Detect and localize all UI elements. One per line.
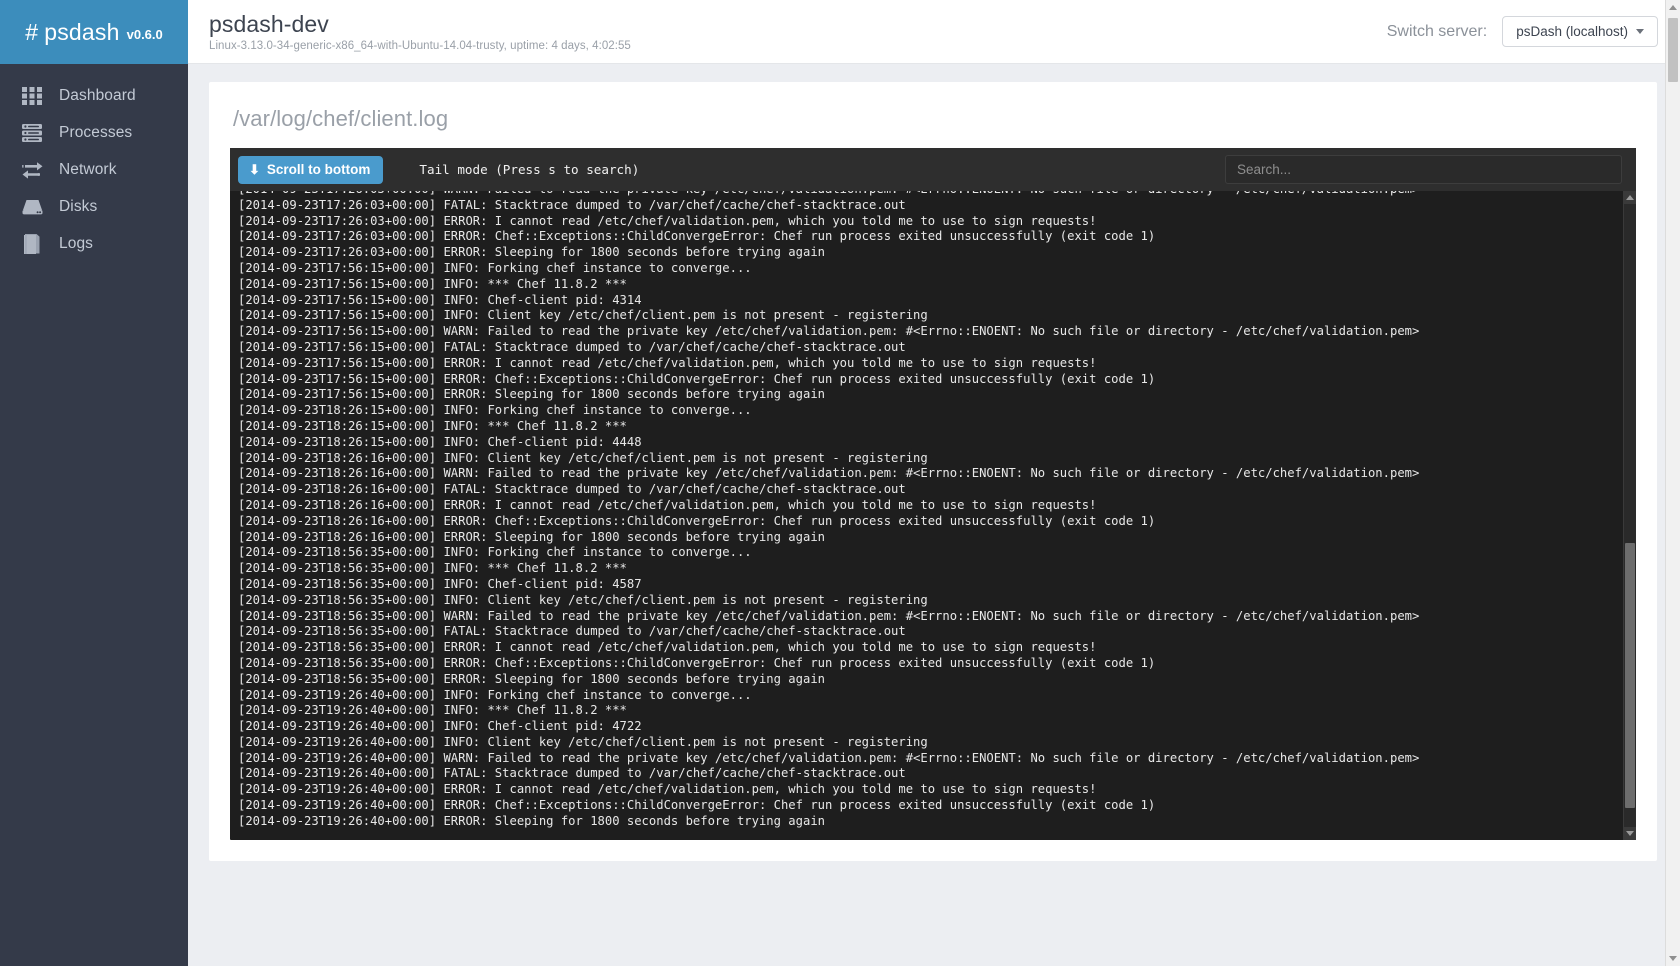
log-scroll-down-button[interactable] (1624, 827, 1636, 840)
book-icon (19, 231, 45, 257)
log-viewer: ⬇ Scroll to bottom Tail mode (Press s to… (230, 148, 1636, 840)
log-line: [2014-09-23T17:56:15+00:00] INFO: Forkin… (238, 260, 752, 275)
log-line: [2014-09-23T18:56:35+00:00] ERROR: Chef:… (238, 655, 1156, 670)
sidebar-item-label: Processes (59, 123, 133, 141)
log-line: [2014-09-23T18:26:16+00:00] ERROR: I can… (238, 497, 1097, 512)
server-select-dropdown[interactable]: psDash (localhost) (1502, 16, 1658, 47)
switch-server-label: Switch server: (1386, 22, 1488, 40)
sidebar-item-label: Disks (59, 197, 98, 215)
log-line: [2014-09-23T17:56:15+00:00] FATAL: Stack… (238, 339, 906, 354)
server-switcher: Switch server: psDash (localhost) (1387, 16, 1658, 47)
log-line: [2014-09-23T17:56:15+00:00] ERROR: I can… (238, 355, 1097, 370)
tail-mode-status: Tail mode (Press s to search) (419, 162, 640, 177)
page-scroll-down-button[interactable] (1666, 951, 1680, 966)
log-line: [2014-09-23T18:26:16+00:00] INFO: Client… (238, 450, 928, 465)
triangle-down-icon (1669, 956, 1677, 961)
sidebar-item-disks[interactable]: Disks (0, 188, 188, 225)
triangle-down-icon (1626, 831, 1634, 836)
log-line: [2014-09-23T17:56:15+00:00] ERROR: Chef:… (238, 371, 1156, 386)
log-line: [2014-09-23T19:26:40+00:00] INFO: *** Ch… (238, 703, 627, 718)
log-line: [2014-09-23T18:26:16+00:00] ERROR: Sleep… (238, 529, 825, 544)
log-lines-container: [2014-09-23T17:26:03+00:00] WARN: Failed… (236, 191, 1636, 830)
page-scroll-up-button[interactable] (1666, 0, 1680, 15)
brand-hash-icon: # (25, 18, 39, 45)
main-column: psdash-dev Linux-3.13.0-34-generic-x86_6… (188, 0, 1680, 966)
log-line: [2014-09-23T18:56:35+00:00] INFO: *** Ch… (238, 561, 627, 576)
header-titles: psdash-dev Linux-3.13.0-34-generic-x86_6… (209, 11, 631, 52)
scroll-to-bottom-button[interactable]: ⬇ Scroll to bottom (238, 155, 384, 184)
content-area: /var/log/chef/client.log ⬇ Scroll to bot… (188, 64, 1680, 966)
log-line: [2014-09-23T19:26:40+00:00] ERROR: I can… (238, 782, 1097, 797)
server-stack-icon (19, 120, 45, 146)
top-header: psdash-dev Linux-3.13.0-34-generic-x86_6… (188, 0, 1680, 64)
log-line: [2014-09-23T19:26:40+00:00] INFO: Client… (238, 734, 928, 749)
sidebar-item-dashboard[interactable]: Dashboard (0, 77, 188, 114)
sidebar-item-logs[interactable]: Logs (0, 225, 188, 262)
search-input[interactable] (1225, 155, 1622, 184)
log-line: [2014-09-23T18:56:35+00:00] INFO: Forkin… (238, 545, 752, 560)
log-line: [2014-09-23T19:26:40+00:00] ERROR: Chef:… (238, 798, 1156, 813)
sidebar-item-label: Network (59, 160, 117, 178)
grid-icon (19, 83, 45, 109)
sidebar-item-processes[interactable]: Processes (0, 114, 188, 151)
log-search-wrap (1225, 155, 1628, 184)
server-select-value: psDash (localhost) (1516, 24, 1628, 39)
page-scrollbar-thumb[interactable] (1668, 18, 1678, 82)
log-line: [2014-09-23T18:56:35+00:00] INFO: Client… (238, 592, 928, 607)
log-line: [2014-09-23T17:56:15+00:00] INFO: Client… (238, 308, 928, 323)
scroll-to-bottom-label: Scroll to bottom (266, 162, 371, 177)
log-line: [2014-09-23T18:56:35+00:00] INFO: Chef-c… (238, 576, 642, 591)
triangle-up-icon (1669, 5, 1677, 10)
brand-logo[interactable]: # psdash v0.6.0 (0, 0, 188, 64)
log-output[interactable]: [2014-09-23T17:26:03+00:00] WARN: Failed… (230, 191, 1636, 840)
system-info-subtitle: Linux-3.13.0-34-generic-x86_64-with-Ubun… (209, 40, 631, 53)
log-line: [2014-09-23T18:26:16+00:00] ERROR: Chef:… (238, 513, 1156, 528)
log-line: [2014-09-23T18:26:16+00:00] WARN: Failed… (238, 466, 1420, 481)
log-line: [2014-09-23T18:56:35+00:00] ERROR: I can… (238, 640, 1097, 655)
triangle-up-icon (1626, 195, 1634, 200)
log-line: [2014-09-23T17:26:03+00:00] ERROR: I can… (238, 213, 1097, 228)
log-line: [2014-09-23T18:56:35+00:00] WARN: Failed… (238, 608, 1420, 623)
log-line: [2014-09-23T19:26:40+00:00] INFO: Chef-c… (238, 719, 642, 734)
sidebar-item-network[interactable]: Network (0, 151, 188, 188)
exchange-arrows-icon (19, 157, 45, 183)
sidebar-nav: Dashboard Processes Network Disks Logs (0, 64, 188, 262)
log-scrollbar[interactable] (1623, 191, 1636, 840)
log-file-path: /var/log/chef/client.log (233, 106, 449, 131)
log-line: [2014-09-23T19:26:40+00:00] FATAL: Stack… (238, 766, 906, 781)
log-line: [2014-09-23T17:56:15+00:00] INFO: *** Ch… (238, 276, 627, 291)
brand-name: psdash (44, 18, 120, 45)
psdash-app: # psdash v0.6.0 Dashboard Processes Netw… (0, 0, 1680, 966)
log-line: [2014-09-23T18:26:15+00:00] INFO: *** Ch… (238, 418, 627, 433)
sidebar-item-label: Logs (59, 234, 94, 252)
log-toolbar: ⬇ Scroll to bottom Tail mode (Press s to… (230, 148, 1636, 191)
log-line: [2014-09-23T17:26:03+00:00] WARN: Failed… (238, 191, 1636, 198)
log-line: [2014-09-23T18:26:15+00:00] INFO: Chef-c… (238, 434, 642, 449)
log-line: [2014-09-23T18:26:16+00:00] FATAL: Stack… (238, 482, 906, 497)
log-scroll-up-button[interactable] (1624, 191, 1636, 204)
log-line: [2014-09-23T18:56:35+00:00] ERROR: Sleep… (238, 671, 825, 686)
log-line: [2014-09-23T17:26:03+00:00] FATAL: Stack… (238, 197, 906, 212)
page-title: psdash-dev (209, 10, 329, 37)
log-line: [2014-09-23T17:56:15+00:00] WARN: Failed… (238, 324, 1420, 339)
sidebar: # psdash v0.6.0 Dashboard Processes Netw… (0, 0, 188, 966)
log-line: [2014-09-23T18:26:15+00:00] INFO: Forkin… (238, 403, 752, 418)
chevron-down-icon (1636, 29, 1644, 34)
log-scrollbar-thumb[interactable] (1625, 543, 1635, 808)
log-line: [2014-09-23T19:26:40+00:00] INFO: Forkin… (238, 687, 752, 702)
log-line: [2014-09-23T17:56:15+00:00] INFO: Chef-c… (238, 292, 642, 307)
arrow-down-icon: ⬇ (249, 162, 260, 177)
log-line: [2014-09-23T17:26:03+00:00] ERROR: Chef:… (238, 229, 1156, 244)
log-line: [2014-09-23T17:26:03+00:00] ERROR: Sleep… (238, 245, 825, 260)
hard-drive-icon (19, 194, 45, 220)
brand-version: v0.6.0 (126, 26, 163, 42)
log-line: [2014-09-23T19:26:40+00:00] WARN: Failed… (238, 750, 1420, 765)
log-line: [2014-09-23T19:26:40+00:00] ERROR: Sleep… (238, 813, 825, 828)
log-panel: /var/log/chef/client.log ⬇ Scroll to bot… (209, 82, 1657, 861)
log-line: [2014-09-23T18:56:35+00:00] FATAL: Stack… (238, 624, 906, 639)
log-line: [2014-09-23T17:56:15+00:00] ERROR: Sleep… (238, 387, 825, 402)
sidebar-item-label: Dashboard (59, 86, 136, 104)
page-scrollbar[interactable] (1665, 0, 1680, 966)
